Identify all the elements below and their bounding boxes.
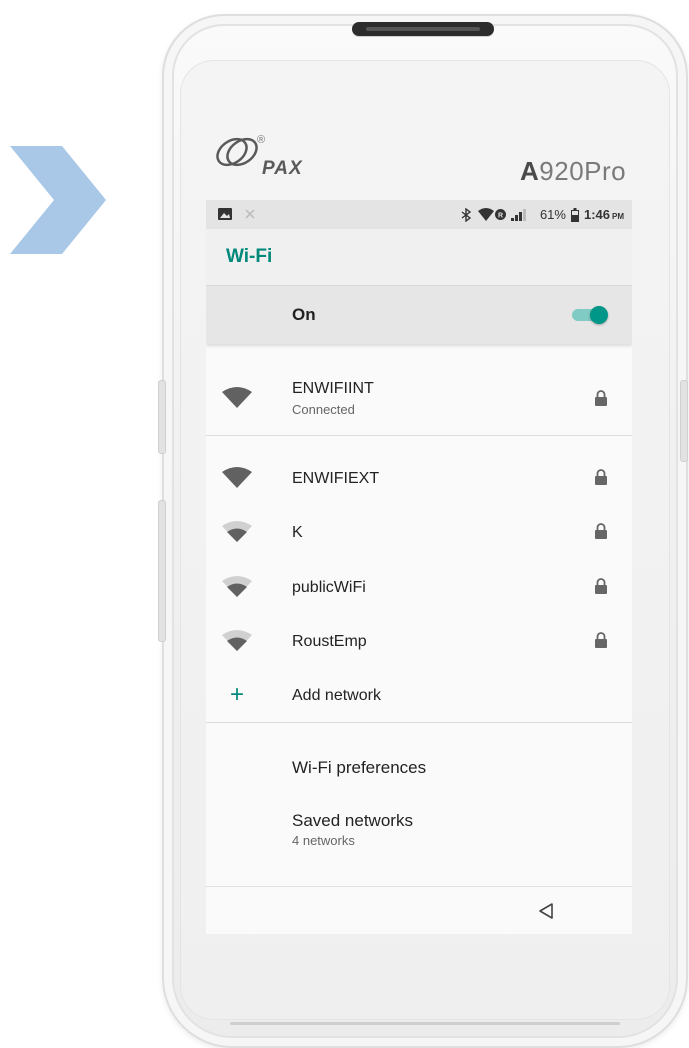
signal-icon: [510, 209, 526, 221]
notification-muted-icon: [245, 209, 255, 219]
network-item[interactable]: ENWIFIEXT: [206, 456, 632, 500]
status-right-icons: R 61% 1:46 PM: [460, 207, 624, 222]
screen: R 61% 1:46 PM Wi-Fi On ENWIFIINT Connect…: [206, 200, 632, 934]
network-name: RoustEmp: [292, 633, 367, 650]
network-item[interactable]: RoustEmp: [206, 619, 632, 663]
battery-icon: [570, 207, 579, 222]
toggle-thumb: [590, 306, 608, 324]
navigation-bar: [206, 886, 632, 934]
wifi-master-switch-row[interactable]: On: [206, 286, 632, 344]
clock-ampm: PM: [612, 212, 624, 221]
network-item-connected[interactable]: ENWIFIINT Connected: [206, 366, 632, 434]
wifi-master-switch-label: On: [292, 305, 316, 324]
clock-time: 1:46: [583, 207, 610, 222]
bluetooth-icon: [461, 207, 472, 222]
add-network-label: Add network: [292, 687, 381, 704]
lock-icon: [595, 632, 607, 648]
model-name: A920Pro: [520, 156, 626, 187]
saved-networks-label: Saved networks: [292, 811, 413, 830]
svg-text:R: R: [498, 213, 503, 220]
network-name: ENWIFIEXT: [292, 470, 380, 487]
network-item[interactable]: publicWiFi: [206, 565, 632, 609]
registered-mark: ®: [257, 134, 266, 146]
brand-name: PAX: [262, 158, 303, 179]
device-bottom-edge: [230, 1022, 620, 1025]
lock-icon: [595, 578, 607, 594]
wifi-preferences-label: Wi-Fi preferences: [292, 758, 427, 777]
side-button-left: [158, 380, 166, 454]
chevron-right-icon: [10, 146, 106, 254]
network-name: K: [292, 524, 303, 541]
data-icon: R: [494, 209, 506, 220]
speaker-slot: [366, 27, 480, 31]
wifi-signal-strong-icon: [222, 467, 252, 488]
network-name: publicWiFi: [292, 579, 366, 596]
image-icon: [218, 208, 232, 220]
page-title: Wi-Fi: [226, 246, 273, 267]
wifi-signal-medium-icon: [222, 630, 252, 651]
side-button-left-lower: [158, 500, 166, 642]
wifi-signal-strong-icon: [222, 387, 252, 408]
app-bar: Wi-Fi: [206, 229, 632, 286]
lock-icon: [595, 523, 607, 539]
saved-networks-item[interactable]: Saved networks 4 networks: [206, 798, 632, 858]
network-item[interactable]: K: [206, 510, 632, 554]
saved-networks-count: 4 networks: [292, 833, 355, 848]
wifi-signal-medium-icon: [222, 521, 252, 542]
wifi-icon: [477, 207, 494, 221]
add-network-button[interactable]: + Add network: [206, 674, 632, 718]
wifi-signal-medium-icon: [222, 576, 252, 597]
side-button-right: [680, 380, 688, 462]
clock: 1:46 PM: [584, 207, 624, 222]
model-prefix: A: [520, 156, 540, 186]
divider: [206, 435, 632, 436]
status-bar: R 61% 1:46 PM: [206, 200, 632, 229]
network-name: ENWIFIINT: [292, 380, 374, 397]
divider: [206, 722, 632, 723]
add-icon: +: [230, 681, 245, 708]
network-status: Connected: [292, 402, 355, 417]
lock-icon: [595, 390, 607, 406]
model-suffix: 920Pro: [539, 156, 627, 186]
back-icon[interactable]: [538, 902, 554, 920]
battery-percent: 61%: [539, 207, 566, 222]
wifi-toggle[interactable]: [570, 306, 610, 324]
stage: ® PAX A920Pro R 61% 1:46 PM Wi-Fi On ENW…: [0, 0, 689, 1048]
lock-icon: [595, 469, 607, 485]
wifi-preferences-item[interactable]: Wi-Fi preferences: [206, 742, 632, 786]
